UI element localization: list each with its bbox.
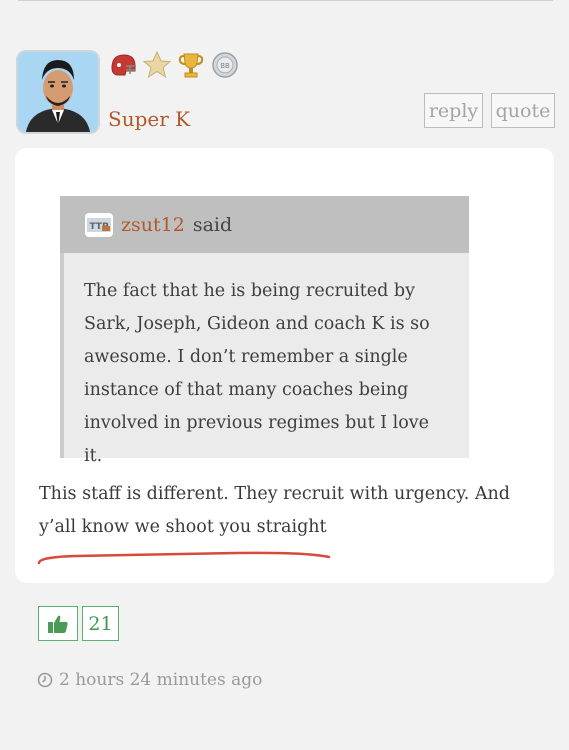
avatar-image xyxy=(18,52,98,132)
quote-said-label: said xyxy=(192,213,233,236)
trophy-icon xyxy=(175,49,207,81)
post-author-name[interactable]: Super K xyxy=(108,107,190,131)
quote-author-logo-icon: TTP xyxy=(85,212,113,237)
quote-button[interactable]: quote xyxy=(491,93,555,128)
silver-medal-icon: BB xyxy=(209,49,241,81)
top-divider xyxy=(18,0,553,1)
svg-text:BB: BB xyxy=(220,62,230,70)
like-count: 21 xyxy=(82,606,119,641)
clock-icon xyxy=(37,672,53,688)
reply-button[interactable]: reply xyxy=(424,93,483,128)
post-body-text: This staff is different. They recruit wi… xyxy=(39,484,511,537)
post-timestamp: 2 hours 24 minutes ago xyxy=(37,670,262,690)
football-helmet-icon xyxy=(107,49,139,81)
hand-drawn-underline xyxy=(37,551,331,565)
timestamp-text: 2 hours 24 minutes ago xyxy=(59,670,263,690)
quote-header: TTP zsut12 said xyxy=(60,196,469,253)
quote-body: The fact that he is being recruited by S… xyxy=(60,253,469,466)
thumbs-up-icon xyxy=(48,615,68,633)
star-icon xyxy=(141,49,173,81)
like-button[interactable] xyxy=(38,606,78,641)
badge-row: BB xyxy=(107,49,241,81)
avatar[interactable] xyxy=(16,50,100,134)
quote-author-link[interactable]: zsut12 xyxy=(121,214,185,236)
quote-text: The fact that he is being recruited by S… xyxy=(84,281,430,466)
